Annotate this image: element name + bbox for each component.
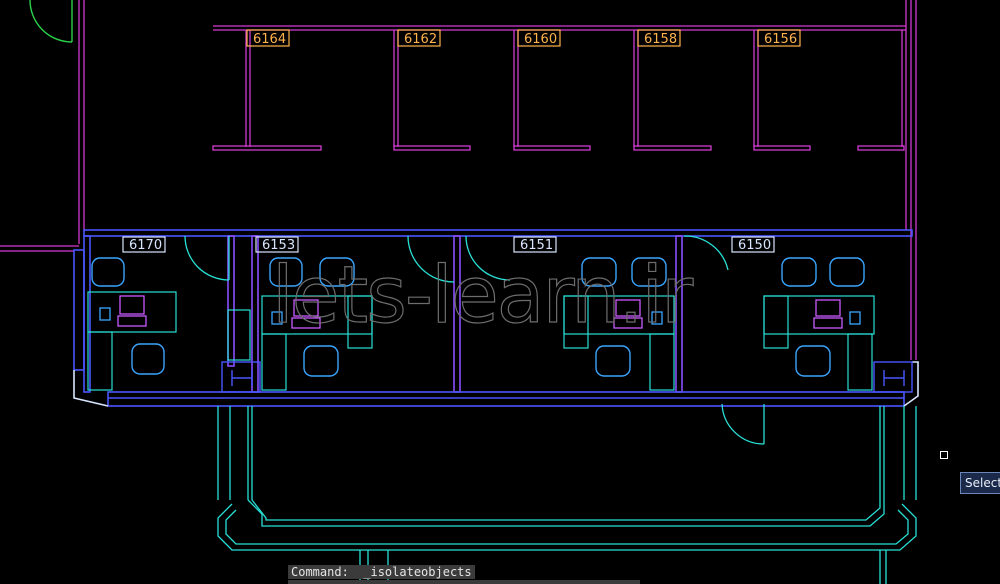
room-tag-6170: 6170 (129, 238, 162, 253)
drawing-canvas[interactable]: 6164 6162 6160 6158 6156 6170 6153 6151 … (0, 0, 1000, 584)
room-tag-6162: 6162 (404, 32, 437, 47)
door-swing-top-left (29, 0, 73, 43)
room-tag-6150: 6150 (738, 238, 771, 253)
room-tag-6156: 6156 (764, 32, 797, 47)
watermark-text: lets-learn.ir (272, 251, 694, 341)
crosshair-cursor-icon (940, 451, 948, 459)
select-tooltip: Select (960, 472, 1000, 494)
command-history-bar (288, 580, 640, 584)
room-tag-6164: 6164 (253, 32, 286, 47)
stair-symbols (221, 361, 913, 393)
room-tag-6160: 6160 (524, 32, 557, 47)
balcony-structure (217, 406, 917, 584)
command-line[interactable]: Command: _isolateobjects (288, 565, 475, 579)
room-tag-6158: 6158 (644, 32, 677, 47)
